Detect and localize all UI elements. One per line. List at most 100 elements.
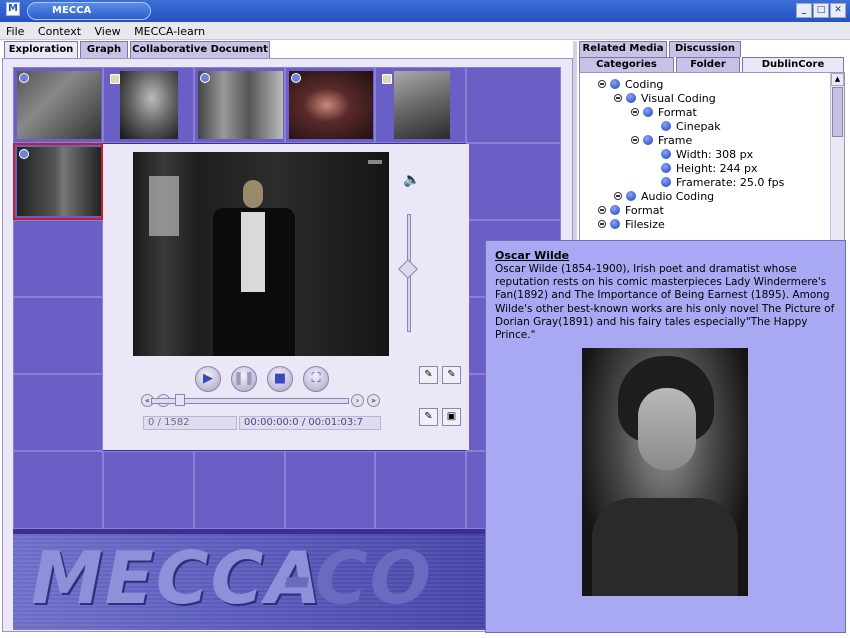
media-thumbnail[interactable] [289, 71, 373, 139]
popup-body: Oscar Wilde (1854-1900), Irish poet and … [495, 263, 835, 342]
node-icon [626, 93, 636, 103]
grid-cell[interactable] [103, 451, 194, 529]
tree-leaf[interactable]: Height: 244 px [661, 162, 758, 176]
tab-dublincore[interactable]: DublinCore [742, 57, 844, 73]
menu-context[interactable]: Context [32, 22, 85, 38]
collapse-icon[interactable] [598, 80, 606, 88]
portrait-image [582, 348, 748, 596]
tree-node[interactable]: Format [631, 106, 697, 120]
tree-node[interactable]: Coding [598, 78, 663, 92]
grid-cell[interactable] [13, 67, 103, 143]
grid-cell[interactable] [285, 67, 375, 143]
collapse-icon[interactable] [614, 94, 622, 102]
tab-exploration[interactable]: Exploration [4, 41, 78, 59]
tree-leaf[interactable]: Framerate: 25.0 fps [661, 176, 784, 190]
video-badge-icon [19, 73, 29, 83]
media-thumbnail[interactable] [120, 71, 178, 139]
video-badge-icon [200, 73, 210, 83]
maximize-button[interactable]: □ [813, 3, 829, 18]
speaker-icon: 🔈 [403, 172, 421, 188]
grid-cell-selected[interactable] [13, 143, 103, 220]
tab-graph[interactable]: Graph [80, 41, 128, 59]
grid-cell[interactable] [375, 67, 466, 143]
node-icon [610, 205, 620, 215]
fast-forward-button[interactable]: » [367, 394, 380, 407]
grid-cell[interactable] [285, 451, 375, 529]
annotate-end-icon[interactable]: ✎ [442, 366, 461, 384]
grid-cell[interactable] [194, 451, 285, 529]
video-player: 🔈 ▶ ❚❚ ■ ⛶ « ‹ › » 0 / 1582 00:00:00:0 /… [103, 144, 469, 450]
collapse-icon[interactable] [631, 108, 639, 116]
tree-node[interactable]: Frame [631, 134, 692, 148]
node-icon [610, 79, 620, 89]
stop-button[interactable]: ■ [267, 366, 293, 392]
media-thumbnail[interactable] [17, 147, 101, 216]
window-title: MECCA [27, 2, 151, 20]
image-badge-icon [110, 74, 120, 84]
time-display: 00:00:00:0 / 00:01:03:7 [239, 416, 381, 430]
image-badge-icon [382, 74, 392, 84]
tab-related-media[interactable]: Related Media [579, 41, 667, 57]
node-icon [643, 107, 653, 117]
step-forward-button[interactable]: › [351, 394, 364, 407]
tree-leaf[interactable]: Cinepak [661, 120, 721, 134]
tree-leaf[interactable]: Width: 308 px [661, 148, 753, 162]
menu-mecca-learn[interactable]: MECCA-learn [128, 22, 209, 38]
grid-cell[interactable] [13, 451, 103, 529]
grid-cell[interactable] [466, 67, 561, 143]
grid-cell[interactable] [13, 220, 103, 297]
node-icon [661, 177, 671, 187]
tab-folder[interactable]: Folder [676, 57, 740, 73]
play-button[interactable]: ▶ [195, 366, 221, 392]
grid-cell[interactable] [13, 374, 103, 451]
expand-icon[interactable] [598, 206, 606, 214]
expand-icon[interactable] [598, 220, 606, 228]
collapse-icon[interactable] [631, 136, 639, 144]
popup-title: Oscar Wilde [495, 249, 570, 262]
grid-cell[interactable] [103, 67, 194, 143]
grid-cell[interactable] [13, 297, 103, 374]
tree-node[interactable]: Format [598, 204, 664, 218]
tree-node[interactable]: Filesize [598, 218, 665, 232]
tree-scrollbar[interactable]: ▲ [830, 73, 844, 243]
grid-cell[interactable] [375, 451, 466, 529]
grid-cell[interactable] [194, 67, 285, 143]
volume-slider-knob[interactable] [398, 259, 418, 279]
expand-icon[interactable] [614, 192, 622, 200]
title-bar: M MECCA _ □ ✕ [0, 0, 850, 22]
menu-bar: File Context View MECCA-learn [0, 22, 850, 40]
fullscreen-button[interactable]: ⛶ [303, 366, 329, 392]
tree-node[interactable]: Audio Coding [614, 190, 714, 204]
minimize-button[interactable]: _ [796, 3, 812, 18]
node-icon [626, 191, 636, 201]
banner-logo-text-2: -CO [283, 536, 433, 620]
annotate-icon[interactable]: ✎ [419, 408, 438, 426]
annotate-start-icon[interactable]: ✎ [419, 366, 438, 384]
node-icon [643, 135, 653, 145]
tab-discussion[interactable]: Discussion [669, 41, 741, 57]
video-frame[interactable] [133, 152, 389, 356]
close-button[interactable]: ✕ [830, 3, 846, 18]
snapshot-icon[interactable]: ▣ [442, 408, 461, 426]
tab-collaborative-document[interactable]: Collaborative Document [130, 41, 270, 59]
grid-cell[interactable] [466, 143, 561, 220]
media-thumbnail[interactable] [394, 71, 450, 139]
node-icon [661, 149, 671, 159]
app-icon: M [6, 2, 20, 16]
frame-counter: 0 / 1582 [143, 416, 237, 430]
seek-handle[interactable] [175, 394, 185, 406]
pause-button[interactable]: ❚❚ [231, 366, 257, 392]
video-badge-icon [19, 149, 29, 159]
menu-view[interactable]: View [89, 22, 125, 38]
menu-file[interactable]: File [0, 22, 28, 38]
banner-logo-text: MECCA [31, 536, 324, 620]
tab-categories[interactable]: Categories [579, 57, 674, 73]
tree-node[interactable]: Visual Coding [614, 92, 716, 106]
media-thumbnail[interactable] [17, 71, 101, 139]
scroll-thumb[interactable] [832, 87, 843, 137]
scroll-up-icon[interactable]: ▲ [831, 73, 844, 86]
metadata-tree: Coding Visual Coding Format Cinepak Fram… [580, 73, 830, 243]
media-thumbnail[interactable] [198, 71, 283, 139]
node-icon [661, 163, 671, 173]
info-popup: Oscar Wilde Oscar Wilde (1854-1900), Iri… [485, 240, 846, 633]
